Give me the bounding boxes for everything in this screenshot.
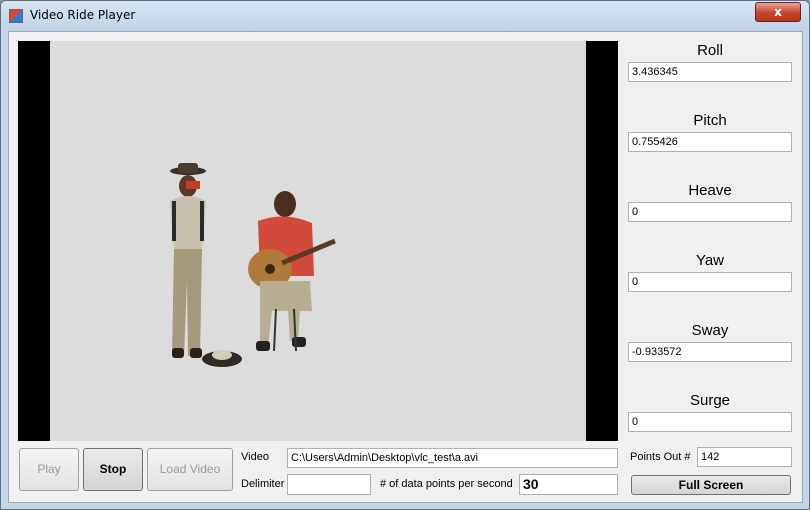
- video-scene-image: [170, 163, 336, 367]
- close-button[interactable]: x: [755, 2, 801, 22]
- video-display[interactable]: [18, 41, 618, 441]
- roll-label: Roll: [697, 42, 723, 59]
- load-video-button[interactable]: Load Video: [147, 448, 233, 491]
- app-window: Video Ride Player x Roll 3.436345 Pitch …: [0, 0, 810, 510]
- heave-value-field[interactable]: 0: [628, 202, 792, 222]
- yaw-label: Yaw: [695, 252, 725, 269]
- video-path-field[interactable]: C:\Users\Admin\Desktop\vlc_test\a.avi: [287, 448, 618, 468]
- points-out-field[interactable]: 142: [697, 447, 792, 467]
- close-icon: x: [774, 5, 782, 19]
- app-icon: [9, 9, 23, 23]
- pitch-value-field[interactable]: 0.755426: [628, 132, 792, 152]
- pitch-label: Pitch: [693, 112, 727, 129]
- heave-label: Heave: [688, 182, 732, 199]
- points-out-label: Points Out #: [630, 451, 691, 463]
- window-title: Video Ride Player: [30, 8, 136, 22]
- delimiter-field[interactable]: [287, 474, 371, 495]
- video-frame: [50, 41, 586, 441]
- points-per-second-field[interactable]: 30: [519, 474, 618, 495]
- full-screen-button[interactable]: Full Screen: [631, 475, 791, 495]
- yaw-value-field[interactable]: 0: [628, 272, 792, 292]
- surge-label: Surge: [689, 392, 731, 409]
- points-per-second-label: # of data points per second: [380, 478, 513, 490]
- roll-value-field[interactable]: 3.436345: [628, 62, 792, 82]
- delimiter-label: Delimiter: [241, 478, 285, 490]
- play-button[interactable]: Play: [19, 448, 79, 491]
- video-label: Video: [241, 451, 269, 463]
- surge-value-field[interactable]: 0: [628, 412, 792, 432]
- sway-value-field[interactable]: -0.933572: [628, 342, 792, 362]
- title-bar[interactable]: Video Ride Player x: [1, 1, 809, 31]
- stop-button[interactable]: Stop: [83, 448, 143, 491]
- sway-label: Sway: [691, 322, 729, 339]
